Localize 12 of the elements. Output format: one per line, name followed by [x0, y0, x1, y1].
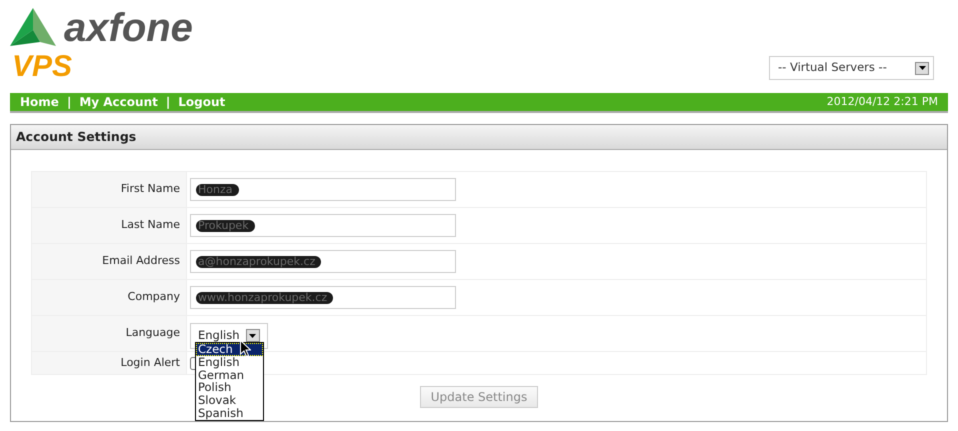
field-label: Company [32, 280, 187, 315]
field-label: Language [32, 316, 187, 351]
nav-separator: | [66, 94, 72, 111]
field-label: Email Address [32, 244, 187, 279]
date-time: 2012/04/12 2:21 PM [826, 94, 938, 110]
panel-title: Account Settings [11, 125, 947, 150]
field-label: Last Name [32, 208, 187, 243]
logo-brand: axfone [64, 8, 193, 48]
field-label: First Name [32, 172, 187, 207]
logo-product: VPS [12, 52, 74, 82]
field-label: Login Alert [32, 352, 187, 374]
nav-separator: | [166, 94, 170, 111]
